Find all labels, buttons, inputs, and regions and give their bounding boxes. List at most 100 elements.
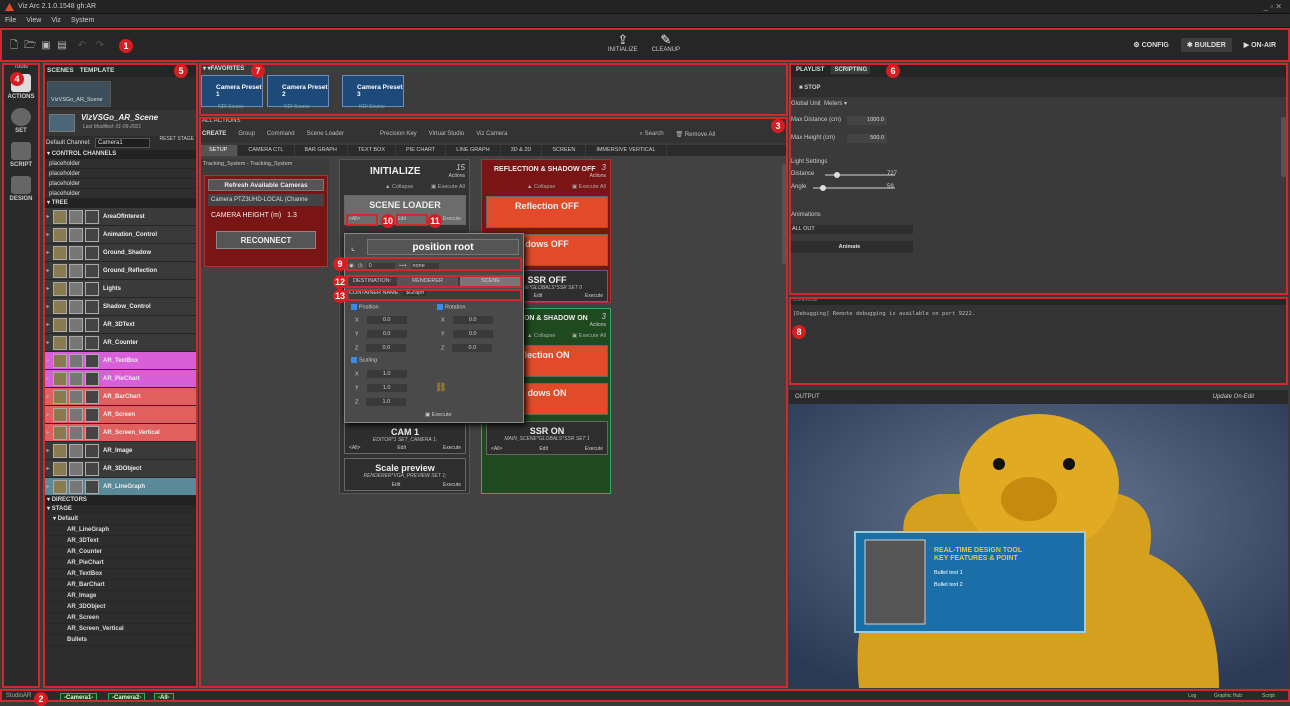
stage-header[interactable]: ▾ STAGE: [43, 505, 198, 514]
reflection-off-card[interactable]: Reflection OFF: [486, 196, 608, 228]
tab-playlist[interactable]: PLAYLIST: [793, 66, 827, 74]
tree-item[interactable]: ▸ AR_3DObject: [43, 460, 198, 478]
default-channel-select[interactable]: Camera1: [95, 138, 150, 148]
new-file-icon[interactable]: 🗋: [8, 40, 20, 51]
tree-item[interactable]: ▸ AR_3DText: [43, 316, 198, 334]
position-x-field[interactable]: 0.0: [366, 316, 407, 324]
tab-scripting[interactable]: SCRIPTING: [831, 66, 871, 74]
tab-immersive-vertical[interactable]: IMMERSIVE VERTICAL: [586, 145, 667, 156]
execute-button[interactable]: Execute: [443, 216, 461, 222]
tab-3d-2d[interactable]: 3D & 2D: [501, 145, 543, 156]
tree-item[interactable]: ▸ AR_TextBox: [43, 352, 198, 370]
link-icon[interactable]: ⛓: [435, 382, 446, 393]
menu-system[interactable]: System: [66, 14, 99, 24]
tab-bar-graph[interactable]: BAR GRAPH: [295, 145, 348, 156]
tree-item[interactable]: ▸ Shadow_Control: [43, 298, 198, 316]
stage-item[interactable]: Bullets: [43, 635, 198, 646]
favorites-header[interactable]: ▾ ▾FAVORITES: [199, 63, 788, 74]
position-y-field[interactable]: 0.0: [366, 330, 407, 338]
favorite-camera-preset-2[interactable]: Camera Preset 2 NDI Source: [267, 75, 329, 110]
distance-slider-handle[interactable]: [834, 172, 840, 178]
search-button[interactable]: ⌕ Search: [639, 131, 663, 138]
initialize-button[interactable]: ⇪ INITIALIZE: [608, 33, 638, 54]
expand-arrow-icon[interactable]: ▸: [43, 375, 53, 382]
scene-loader-card[interactable]: SCENE LOADER <All> Edit Execute: [344, 195, 466, 225]
collapse-button[interactable]: ▲ Collapse: [527, 333, 555, 339]
action-title-field[interactable]: position root: [367, 239, 519, 255]
tool-script[interactable]: SCRIPT: [2, 142, 40, 168]
tree-header[interactable]: ▾ TREE: [43, 199, 198, 208]
tab-line-graph[interactable]: LINE GRAPH: [446, 145, 501, 156]
favorite-camera-preset-1[interactable]: Camera Preset 1 NDI Source: [201, 75, 263, 110]
channel-all[interactable]: <All>: [491, 446, 502, 452]
save-icon[interactable]: ▣: [40, 40, 52, 51]
scale-preview-card[interactable]: Scale preview RENDERER*VGA_PREVIEW SET 1…: [344, 458, 466, 491]
tree-item[interactable]: ▸ AR_Counter: [43, 334, 198, 352]
animations-select[interactable]: ALL OUT: [789, 225, 913, 234]
expand-arrow-icon[interactable]: ▸: [43, 321, 53, 328]
menu-view[interactable]: View: [21, 14, 46, 24]
expand-arrow-icon[interactable]: ▸: [43, 393, 53, 400]
on-air-button[interactable]: ▶ ON-AIR: [1238, 38, 1282, 52]
max-height-field[interactable]: 500.0: [847, 134, 887, 143]
tree-item[interactable]: ▸ AR_LineGraph: [43, 478, 198, 496]
control-channels-header[interactable]: ▾ CONTROL CHANNELS: [43, 150, 198, 159]
update-on-edit-toggle[interactable]: Update On-Edit: [1213, 394, 1254, 400]
rotation-toggle[interactable]: Rotation: [437, 304, 466, 310]
scene-thumbnail[interactable]: VizVSGo_AR_Scene: [47, 81, 111, 107]
tool-set[interactable]: SET: [2, 108, 40, 134]
tree-item[interactable]: ▸ AR_Screen_Vertical: [43, 424, 198, 442]
open-folder-icon[interactable]: 🗁: [24, 40, 36, 51]
stage-default[interactable]: ▾ Default: [43, 514, 198, 525]
camera-select[interactable]: Camera PTZ3UHD-LOCAL (Channe: [208, 194, 324, 206]
config-button[interactable]: ⚙ CONFIG: [1127, 38, 1174, 52]
scaling-toggle[interactable]: Scaling: [351, 357, 377, 363]
tree-item[interactable]: ▸ AR_BarChart: [43, 388, 198, 406]
rotation-x-field[interactable]: 0.0: [452, 316, 493, 324]
create-precision-key-button[interactable]: Precision Key: [380, 131, 417, 137]
rotation-checkbox[interactable]: [437, 304, 443, 310]
execute-all-button[interactable]: ▣ Execute All: [572, 333, 606, 339]
menu-file[interactable]: File: [0, 14, 21, 24]
tab-pie-chart[interactable]: PIE CHART: [396, 145, 447, 156]
scale-x-field[interactable]: 1.0: [366, 370, 407, 378]
stage-item[interactable]: AR_PieChart: [43, 558, 198, 569]
ssr-on-card[interactable]: SSR ON MAIN_SCENE*GLOBALS*SSR SET 1 <All…: [486, 421, 608, 455]
tab-setup[interactable]: SETUP: [199, 145, 239, 156]
tree-item[interactable]: ▸ Lights: [43, 280, 198, 298]
stage-item[interactable]: AR_Counter: [43, 547, 198, 558]
angle-slider-handle[interactable]: [820, 185, 826, 191]
edit-button[interactable]: Edit: [397, 216, 406, 222]
camera1-button[interactable]: -Camera1-: [60, 693, 98, 702]
tab-text-box[interactable]: TEXT BOX: [348, 145, 397, 156]
channel-all[interactable]: <All>: [349, 445, 360, 451]
tab-camera-ctl[interactable]: CAMERA CTL: [238, 145, 295, 156]
scaling-checkbox[interactable]: [351, 357, 357, 363]
save-as-icon[interactable]: ▤: [56, 40, 68, 51]
max-distance-field[interactable]: 1000.0: [847, 116, 887, 125]
expand-arrow-icon[interactable]: ▸: [43, 267, 53, 274]
stage-item[interactable]: AR_3DText: [43, 536, 198, 547]
tree-item[interactable]: ▸ AreaOfInterest: [43, 208, 198, 226]
edit-button[interactable]: Edit: [397, 445, 406, 451]
position-toggle[interactable]: Position: [351, 304, 379, 310]
edit-button[interactable]: Edit: [534, 293, 543, 299]
rotation-z-field[interactable]: 0.0: [452, 344, 493, 352]
tab-screen[interactable]: SCREEN: [542, 145, 587, 156]
placeholder-item[interactable]: placeholder: [43, 179, 198, 189]
stage-item[interactable]: AR_LineGraph: [43, 525, 198, 536]
canvas-scrollbar[interactable]: [782, 164, 787, 264]
stage-item[interactable]: AR_BarChart: [43, 580, 198, 591]
execute-all-button[interactable]: ▣ Execute All: [572, 184, 606, 190]
expand-arrow-icon[interactable]: ▸: [43, 249, 53, 256]
destination-renderer[interactable]: RENDERER: [397, 276, 459, 286]
create-virtual-studio-button[interactable]: Virtual Studio: [429, 131, 465, 137]
position-z-field[interactable]: 0.0: [366, 344, 407, 352]
cleanup-button[interactable]: ✎ CLEANUP: [652, 33, 680, 54]
execute-button[interactable]: Execute: [585, 293, 603, 299]
stage-item[interactable]: AR_Image: [43, 591, 198, 602]
position-checkbox[interactable]: [351, 304, 357, 310]
all-cameras-button[interactable]: -All-: [154, 693, 174, 702]
tree-item[interactable]: ▸ AR_Screen: [43, 406, 198, 424]
placeholder-item[interactable]: placeholder: [43, 189, 198, 199]
